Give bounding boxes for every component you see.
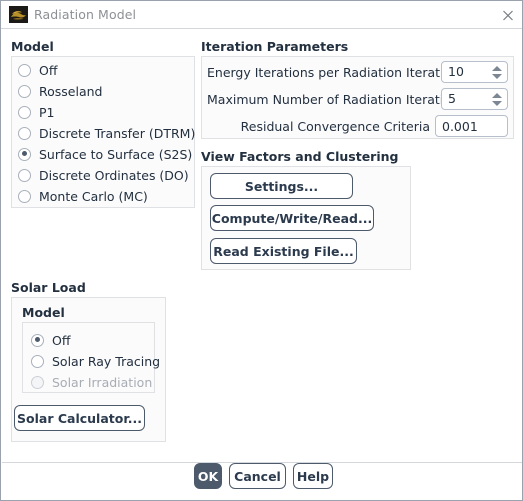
- radio-label: Monte Carlo (MC): [39, 188, 148, 204]
- iteration-parameters-heading: Iteration Parameters: [201, 39, 349, 54]
- energy-iterations-value: 10: [448, 63, 464, 79]
- energy-iterations-label: Energy Iterations per Radiation Iteratio…: [207, 65, 460, 80]
- fluent-app-icon: [9, 6, 28, 23]
- radio-label: Discrete Transfer (DTRM): [39, 125, 196, 141]
- radio-model-s2s[interactable]: Surface to Surface (S2S): [18, 145, 192, 163]
- radio-label: Solar Ray Tracing: [52, 353, 161, 369]
- radio-label: Off: [39, 62, 58, 78]
- radio-solar-off[interactable]: Off: [31, 331, 70, 349]
- solar-load-section-heading: Solar Load: [11, 280, 86, 295]
- max-radiation-iterations-label: Maximum Number of Radiation Iterations: [207, 92, 466, 107]
- spinner-up-icon[interactable]: [492, 92, 502, 98]
- radio-model-do[interactable]: Discrete Ordinates (DO): [18, 166, 189, 184]
- radio-indicator: [18, 105, 31, 119]
- title-bar: Radiation Model: [1, 1, 522, 29]
- view-factors-section-heading: View Factors and Clustering: [201, 149, 399, 164]
- radio-label: Discrete Ordinates (DO): [39, 167, 189, 183]
- spinner-up-icon[interactable]: [492, 65, 502, 71]
- spinner-arrows[interactable]: [487, 89, 507, 109]
- radio-indicator: [18, 84, 31, 98]
- solar-calculator-button[interactable]: Solar Calculator...: [14, 405, 145, 431]
- radio-indicator: [31, 375, 44, 389]
- radio-model-off[interactable]: Off: [18, 61, 57, 79]
- radio-indicator: [18, 126, 31, 140]
- cancel-button[interactable]: Cancel: [229, 463, 286, 489]
- radio-label: Solar Irradiation: [52, 374, 153, 390]
- window-title: Radiation Model: [34, 7, 137, 22]
- spinner-down-icon[interactable]: [492, 100, 502, 106]
- radio-indicator: [18, 147, 31, 161]
- radiation-model-dialog: Radiation Model Model Off Rosseland P1 D…: [0, 0, 523, 501]
- radio-label: Surface to Surface (S2S): [39, 146, 193, 162]
- radio-indicator: [18, 63, 31, 77]
- residual-convergence-label: Residual Convergence Criteria: [240, 119, 430, 134]
- spinner-arrows[interactable]: [487, 62, 507, 82]
- radio-indicator: [18, 168, 31, 182]
- max-radiation-iterations-value: 5: [448, 90, 456, 106]
- radio-label: Rosseland: [39, 83, 103, 99]
- compute-write-read-button[interactable]: Compute/Write/Read...: [210, 205, 374, 231]
- residual-convergence-input[interactable]: [435, 115, 508, 137]
- max-radiation-iterations-spinbox[interactable]: 5: [441, 88, 508, 110]
- radio-model-p1[interactable]: P1: [18, 103, 55, 121]
- radio-model-mc[interactable]: Monte Carlo (MC): [18, 187, 148, 205]
- model-section-heading: Model: [11, 39, 54, 54]
- radio-label: P1: [39, 104, 55, 120]
- radio-solar-ray-tracing[interactable]: Solar Ray Tracing: [31, 352, 160, 370]
- close-icon[interactable]: [498, 6, 518, 25]
- radio-indicator: [18, 189, 31, 203]
- read-existing-file-button[interactable]: Read Existing File...: [210, 238, 357, 264]
- ok-button[interactable]: OK: [194, 463, 222, 489]
- radio-label: Off: [52, 332, 71, 348]
- solar-load-model-label: Model: [22, 305, 65, 320]
- help-button[interactable]: Help: [293, 463, 333, 489]
- settings-button[interactable]: Settings...: [210, 173, 353, 199]
- energy-iterations-spinbox[interactable]: 10: [441, 61, 508, 83]
- radio-model-dtrm[interactable]: Discrete Transfer (DTRM): [18, 124, 195, 142]
- spinner-down-icon[interactable]: [492, 73, 502, 79]
- radio-model-rosseland[interactable]: Rosseland: [18, 82, 102, 100]
- radio-indicator: [31, 333, 44, 347]
- radio-indicator: [31, 354, 44, 368]
- radio-solar-irradiation: Solar Irradiation: [31, 373, 152, 391]
